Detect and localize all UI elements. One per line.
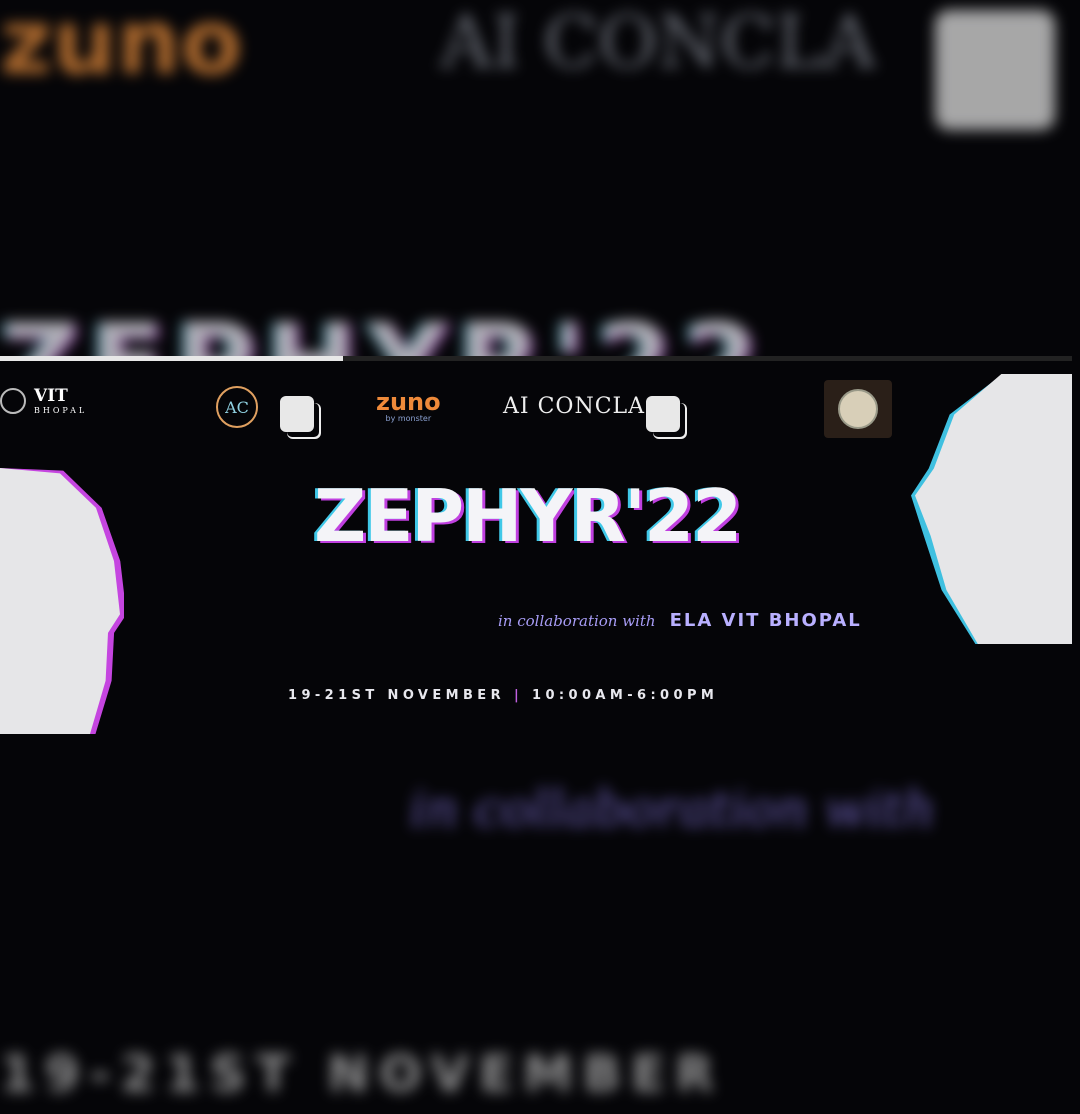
blurred-date: 19-21ST NOVEMBER [0, 1045, 724, 1103]
vit-bhopal-logo: VIT BHOPAL [0, 386, 87, 415]
zuno-name: zuno [376, 388, 441, 416]
zuno-sub: by monster [385, 414, 432, 423]
blurred-zuno-logo: zuno [0, 0, 243, 95]
vit-name: VIT [34, 386, 68, 406]
vit-seal-icon [0, 387, 26, 414]
collab-script: in collaboration with [498, 612, 656, 630]
story-progress-bar[interactable] [0, 356, 1072, 361]
event-time: 10:00AM-6:00PM [532, 688, 719, 703]
separator: | [513, 688, 524, 703]
alc-logo: AC [216, 386, 258, 428]
ai-conclave-logo: AI CONCLA [503, 394, 646, 419]
collab-org: ELA VIT BHOPAL [669, 610, 862, 631]
blurred-collab-text: in collaboration with [410, 780, 936, 838]
vit-sub: BHOPAL [34, 406, 88, 415]
event-dates: 19-21ST NOVEMBER [288, 688, 505, 703]
club-emblem-logo [824, 380, 892, 438]
story-progress-fill [0, 356, 344, 361]
blurred-ai-conclave-logo: AI CONCLA [440, 0, 876, 84]
collaboration-line: in collaboration with ELA VIT BHOPAL [498, 610, 862, 631]
blurred-sticker [935, 10, 1055, 130]
head-silhouette-right [915, 374, 1072, 644]
event-title: ZEPHYR'22 [314, 474, 742, 558]
sticker-icon [646, 396, 680, 432]
poster-card: VIT BHOPAL AC zuno by monster AI CONCLA Z… [0, 356, 1072, 734]
zuno-logo: zuno by monster [376, 390, 441, 423]
event-datetime: 19-21ST NOVEMBER | 10:00AM-6:00PM [288, 688, 718, 703]
sticker-icon [280, 396, 314, 432]
